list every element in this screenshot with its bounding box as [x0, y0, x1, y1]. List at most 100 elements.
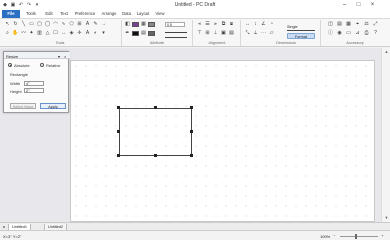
snap-icon[interactable]: ⌖	[354, 21, 361, 28]
tab-edit[interactable]: Edit	[42, 10, 56, 18]
selection-handle[interactable]	[117, 106, 120, 109]
tab-data[interactable]: Data	[120, 10, 133, 18]
align-bottom-icon[interactable]: ⊥	[212, 30, 219, 37]
align-middle-icon[interactable]: ⊞	[204, 30, 211, 37]
drawing-page[interactable]	[70, 60, 375, 222]
tab-tools[interactable]: Tools	[23, 10, 39, 18]
absolute-radio[interactable]	[8, 63, 12, 67]
scroll-up-icon[interactable]: ▲	[383, 49, 390, 55]
more-tools-icon[interactable]: ▾	[100, 30, 107, 37]
scale-icon[interactable]: ⚖	[363, 21, 370, 28]
minimize-icon[interactable]: –	[338, 0, 351, 10]
select-none-button[interactable]: Select None	[10, 103, 36, 109]
curve-tool-icon[interactable]: ∿	[60, 21, 67, 28]
pointer-icon[interactable]: ↖	[4, 21, 11, 28]
hand-tool-icon[interactable]: ✋	[12, 30, 19, 37]
tab-view[interactable]: View	[153, 10, 167, 18]
close-icon[interactable]: ×	[366, 0, 379, 10]
align-top-icon[interactable]: ⊤	[196, 30, 203, 37]
rounded-rect-tool-icon[interactable]: ▢	[36, 21, 43, 28]
group-icon[interactable]: ▣	[220, 30, 227, 37]
selection-handle[interactable]	[190, 130, 193, 133]
width-field[interactable]: 4"	[24, 80, 44, 86]
selection-handle[interactable]	[190, 154, 193, 157]
zoom-in-icon[interactable]: +	[380, 233, 385, 239]
tab-file[interactable]: File	[2, 10, 20, 18]
library-icon[interactable]: ▤	[336, 21, 343, 28]
ungroup-icon[interactable]: ▤	[228, 30, 235, 37]
dim-area-icon[interactable]: ▱	[268, 30, 275, 37]
selection-handle[interactable]	[190, 106, 193, 109]
vertical-scrollbar[interactable]: ▲ ▼	[381, 48, 390, 222]
pen-pattern-icon[interactable]: ▤	[140, 30, 147, 37]
palette-icon[interactable]: ◉	[336, 30, 343, 37]
print-icon[interactable]: ⎙	[363, 30, 370, 37]
rectangle-tool-icon[interactable]: ▭	[28, 21, 35, 28]
rectangle-shape[interactable]	[119, 108, 192, 156]
dim-chain-icon[interactable]: ⋯	[260, 30, 267, 37]
selection-handle[interactable]	[154, 154, 157, 157]
star-tool-icon[interactable]: ✦	[28, 30, 35, 37]
format-button[interactable]: Format	[287, 33, 315, 39]
dim-horizontal-icon[interactable]: ↔	[244, 21, 251, 28]
arrow-tool-icon[interactable]: →	[100, 21, 107, 28]
pen-color-swatch[interactable]	[132, 31, 139, 36]
paint-tool-icon[interactable]: ◐	[92, 30, 99, 37]
selection-handle[interactable]	[154, 106, 157, 109]
bring-front-icon[interactable]: ⧉	[220, 21, 227, 28]
send-back-icon[interactable]: ⧈	[228, 21, 235, 28]
zoom-tool-icon[interactable]: ⌕	[4, 30, 11, 37]
bezier-tool-icon[interactable]: 〰	[20, 30, 27, 37]
symbol-tool-icon[interactable]: ◈	[68, 30, 75, 37]
zoom-slider[interactable]	[340, 236, 378, 237]
dim-angle-icon[interactable]: ∠	[260, 21, 267, 28]
dim-radius-icon[interactable]: ◔	[268, 21, 275, 28]
grid-settings-icon[interactable]: ▦	[345, 21, 352, 28]
resize-panel-header[interactable]: Resize ▾ ×	[4, 52, 70, 59]
callout-tool-icon[interactable]: ☐	[52, 30, 59, 37]
text-tool-icon[interactable]: A	[84, 21, 91, 28]
panel-close-icon[interactable]: ×	[64, 54, 66, 59]
selection-handle[interactable]	[117, 130, 120, 133]
line-tool-icon[interactable]: ╲	[20, 21, 27, 28]
dim-diagonal-icon[interactable]: ⤡	[244, 30, 251, 37]
measure-icon[interactable]: ⊿	[354, 30, 361, 37]
layers-icon[interactable]: ◫	[327, 21, 334, 28]
zoom-slider-thumb[interactable]	[355, 234, 357, 239]
ruler-icon[interactable]: ▭	[345, 30, 352, 37]
dim-perpendicular-icon[interactable]: ⟂	[252, 30, 259, 37]
grid-tool-icon[interactable]: ⊞	[76, 21, 83, 28]
maximize-icon[interactable]: □	[352, 0, 365, 10]
selection-handle[interactable]	[117, 154, 120, 157]
arc-tool-icon[interactable]: ◠	[52, 21, 59, 28]
dim-vertical-icon[interactable]: ↕	[252, 21, 259, 28]
align-right-icon[interactable]: ⫸	[212, 21, 219, 28]
apply-button[interactable]: Apply	[40, 103, 66, 109]
crosshair-tool-icon[interactable]: ✛	[76, 30, 83, 37]
wall-tool-icon[interactable]: ▥	[36, 30, 43, 37]
help-icon[interactable]: ?	[372, 30, 379, 37]
rotate-icon[interactable]: ↻	[12, 21, 19, 28]
polygon-tool-icon[interactable]: ⬠	[68, 21, 75, 28]
tab-preference[interactable]: Preference	[73, 10, 97, 18]
align-center-icon[interactable]: ☰	[204, 21, 211, 28]
tab-scroll-left-icon[interactable]: ◂	[1, 224, 6, 230]
freehand-tool-icon[interactable]: ✎	[92, 21, 99, 28]
relative-radio[interactable]	[40, 63, 44, 67]
dimension-tool-icon[interactable]: ↔	[60, 30, 67, 37]
ellipse-tool-icon[interactable]: ◯	[44, 21, 51, 28]
line-style-sample[interactable]	[165, 32, 187, 33]
tab-arrange[interactable]: Arrange	[99, 10, 119, 18]
resize-icon[interactable]: ⤢	[372, 21, 379, 28]
pen-icon[interactable]: ✒	[124, 30, 131, 37]
tab-layout[interactable]: Layout	[134, 10, 152, 18]
object-info-icon[interactable]: ⓘ	[327, 30, 334, 37]
height-field[interactable]: 2"	[24, 88, 44, 93]
label-tool-icon[interactable]: A	[84, 30, 91, 37]
pen-pattern-swatch[interactable]	[148, 31, 155, 36]
scroll-down-icon[interactable]: ▼	[383, 215, 390, 221]
panel-pin-icon[interactable]: ▾	[58, 54, 60, 59]
fill-pattern-icon[interactable]: ▦	[140, 21, 147, 28]
tab-text[interactable]: Text	[57, 10, 71, 18]
fill-color-swatch[interactable]	[132, 22, 139, 27]
